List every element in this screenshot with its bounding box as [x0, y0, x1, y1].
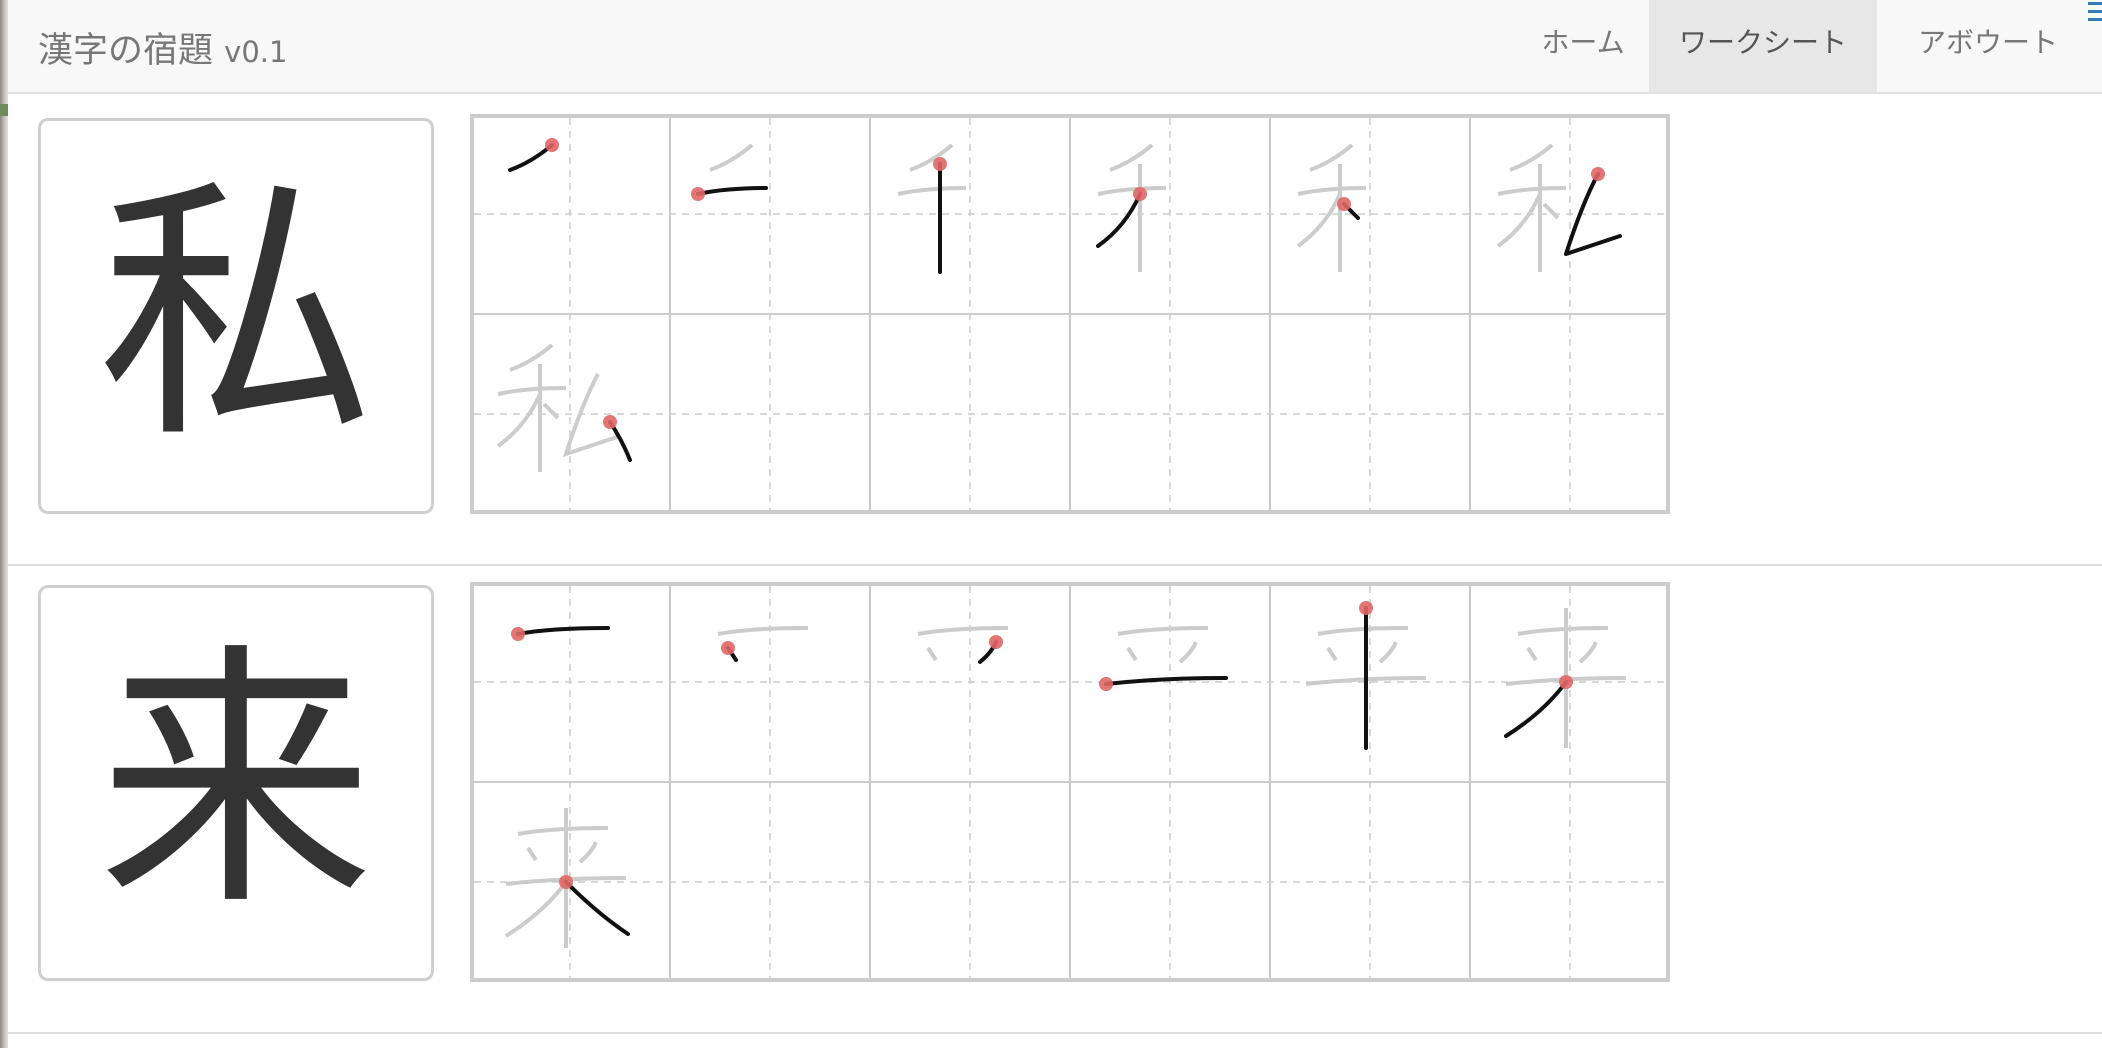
nav-about[interactable]: アボウート	[1878, 0, 2098, 92]
stroke-order-grid-watashi	[470, 114, 1670, 514]
nav-worksheet[interactable]: ワークシート	[1649, 0, 1877, 92]
stroke-cell-1	[508, 138, 559, 172]
kanji-character: 来	[98, 622, 374, 943]
row-divider	[8, 564, 2102, 566]
stroke-cell-3	[917, 626, 1009, 664]
stroke-cell-1	[511, 626, 610, 641]
stroke-cell-6	[1504, 608, 1627, 748]
row-divider	[8, 1032, 2102, 1034]
navbar: 漢字の宿題 v0.1 ホーム ワークシート アボウート	[8, 0, 2102, 94]
stroke-order-grid-kuru	[470, 582, 1670, 982]
brand-title: 漢字の宿題	[38, 31, 214, 71]
nav-home[interactable]: ホーム	[1518, 0, 1648, 92]
hamburger-menu-icon[interactable]	[2088, 2, 2102, 26]
kanji-character: 私	[98, 155, 374, 476]
stroke-cell-5	[1305, 601, 1427, 750]
stroke-cell-2	[717, 626, 809, 662]
stroke-cell-2	[691, 143, 768, 201]
brand[interactable]: 漢字の宿題 v0.1	[38, 22, 287, 73]
stroke-cell-3	[897, 143, 967, 274]
brand-version: v0.1	[224, 35, 288, 69]
stroke-cell-5	[1296, 143, 1367, 272]
stroke-cell-6	[1496, 143, 1622, 272]
stroke-cell-7	[504, 808, 630, 948]
stroke-cell-4	[1096, 143, 1167, 272]
kanji-card-watashi: 私	[38, 118, 434, 514]
background-window-edge	[0, 0, 8, 1048]
kanji-card-kuru: 来	[38, 585, 434, 981]
stroke-cell-7	[496, 343, 632, 472]
